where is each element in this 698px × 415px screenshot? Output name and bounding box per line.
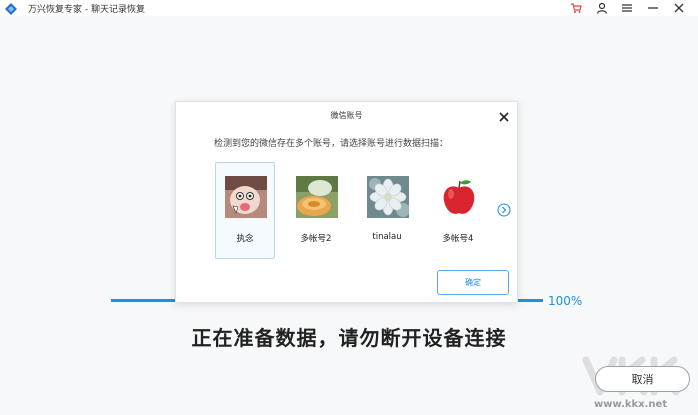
apple-avatar bbox=[438, 176, 480, 218]
account-name: 执念 bbox=[236, 234, 254, 244]
account-card-1[interactable]: 执念 bbox=[215, 162, 275, 259]
user-icon[interactable] bbox=[589, 0, 615, 16]
confirm-button[interactable]: 确定 bbox=[437, 270, 509, 295]
cancel-button[interactable]: 取消 bbox=[595, 366, 690, 392]
status-message: 正在准备数据，请勿断开设备连接 bbox=[191, 326, 507, 350]
account-name: 多帐号2 bbox=[300, 234, 332, 244]
app-title: 万兴恢复专家 - 聊天记录恢复 bbox=[28, 5, 145, 15]
app-logo-icon bbox=[4, 1, 18, 15]
flower-avatar bbox=[367, 176, 409, 218]
account-card-3[interactable]: tinalau bbox=[357, 162, 417, 259]
melon-avatar bbox=[296, 176, 338, 218]
menu-icon[interactable] bbox=[614, 0, 640, 16]
account-name: tinalau bbox=[372, 232, 402, 242]
title-bar: 万兴恢复专家 - 聊天记录恢复 bbox=[0, 0, 698, 16]
chevron-right-circle-icon[interactable] bbox=[497, 202, 511, 217]
dialog-close-icon[interactable] bbox=[496, 109, 512, 125]
dialog-message: 检测到您的微信存在多个账号，请选择账号进行数据扫描： bbox=[214, 139, 449, 149]
account-select-dialog: 微信账号 检测到您的微信存在多个账号，请选择账号进行数据扫描： 执念 多帐号2 … bbox=[175, 101, 518, 303]
minimize-icon[interactable] bbox=[640, 0, 666, 16]
dialog-title: 微信账号 bbox=[330, 111, 363, 120]
account-card-2[interactable]: 多帐号2 bbox=[286, 162, 346, 259]
account-name: 多帐号4 bbox=[442, 234, 474, 244]
progress-label: 100% bbox=[548, 294, 583, 308]
cart-icon[interactable] bbox=[563, 0, 589, 16]
watermark-url: www.kkx.net bbox=[594, 399, 668, 410]
meme-avatar bbox=[225, 176, 267, 218]
close-icon[interactable] bbox=[666, 0, 692, 16]
account-card-4[interactable]: 多帐号4 bbox=[428, 162, 488, 259]
